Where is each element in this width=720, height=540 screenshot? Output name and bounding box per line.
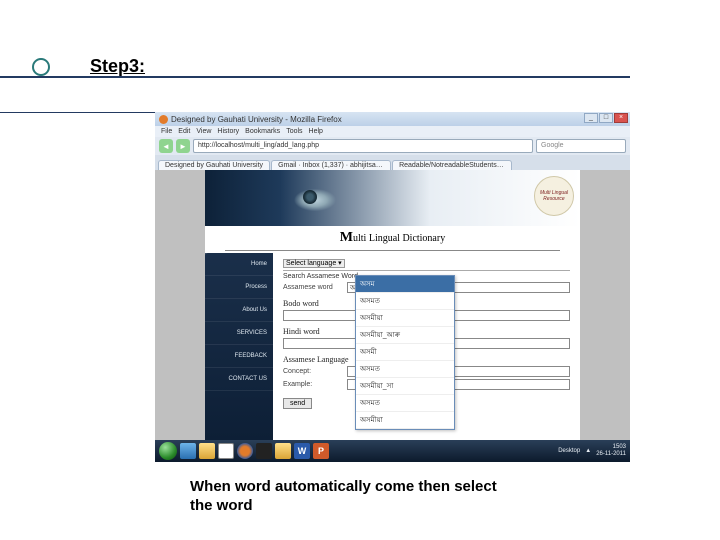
menu-edit[interactable]: Edit: [178, 128, 190, 135]
embedded-screenshot: Designed by Gauhati University - Mozilla…: [155, 112, 630, 462]
sidebar-item-feedback[interactable]: FEEDBACK: [205, 345, 273, 368]
folder-icon[interactable]: [275, 443, 291, 459]
bullet-circle: [32, 58, 50, 76]
title-divider: [225, 250, 560, 251]
cmd-icon[interactable]: [256, 443, 272, 459]
firefox-titlebar: Designed by Gauhati University - Mozilla…: [155, 112, 630, 126]
firefox-menubar: File Edit View History Bookmarks Tools H…: [155, 126, 630, 137]
title-rest: ulti Lingual Dictionary: [353, 233, 445, 244]
url-bar[interactable]: http://localhost/multi_ling/add_lang.php: [193, 139, 533, 153]
assamese-word-label: Assamese word: [283, 284, 343, 291]
logo-badge: Multi Lingual Resource: [534, 176, 574, 216]
ie-icon[interactable]: [180, 443, 196, 459]
page-content: Multi Lingual Resource Multi Lingual Dic…: [205, 170, 580, 440]
example-label: Example:: [283, 381, 343, 388]
powerpoint-icon[interactable]: P: [313, 443, 329, 459]
sidebar-item-process[interactable]: Process: [205, 276, 273, 299]
menu-history[interactable]: History: [217, 128, 239, 135]
dictionary-title: Multi Lingual Dictionary: [205, 226, 580, 248]
left-sidebar: Home Process About Us SERVICES FEEDBACK …: [205, 253, 273, 440]
maximize-button[interactable]: □: [599, 113, 613, 123]
back-button[interactable]: ◄: [159, 139, 173, 153]
autocomplete-dropdown: অসম অসমত অসমীয়া অসমীয়া_আৰু অসমী অসমত অ…: [355, 275, 455, 430]
autocomplete-item[interactable]: অসমীয়া: [356, 412, 454, 429]
menu-view[interactable]: View: [196, 128, 211, 135]
desktop-label[interactable]: Desktop: [558, 448, 580, 454]
firefox-taskbar-icon[interactable]: [237, 443, 253, 459]
search-placeholder: Google: [541, 140, 564, 152]
time-text: 1503: [596, 444, 626, 451]
autocomplete-item[interactable]: অসমত: [356, 395, 454, 412]
firefox-toolbar: ◄ ► http://localhost/multi_ling/add_lang…: [155, 137, 630, 155]
firefox-tabstrip: Designed by Gauhati University Gmail · I…: [155, 155, 630, 170]
date-text: 26-11-2011: [596, 451, 626, 458]
browser-search[interactable]: Google: [536, 139, 626, 153]
send-button[interactable]: send: [283, 398, 312, 409]
windows-taskbar: W P Desktop ▲ 1503 26-11-2011: [155, 440, 630, 462]
autocomplete-item[interactable]: অসম: [356, 276, 454, 293]
slide-caption: When word automatically come then select…: [190, 478, 520, 516]
word-icon[interactable]: W: [294, 443, 310, 459]
autocomplete-item[interactable]: অসমত: [356, 361, 454, 378]
menu-file[interactable]: File: [161, 128, 172, 135]
concept-label: Concept:: [283, 368, 343, 375]
notepad-icon[interactable]: [218, 443, 234, 459]
autocomplete-item[interactable]: অসমীয়া_আৰু: [356, 327, 454, 344]
form-area: Select language ▾ Search Assamese Word A…: [273, 253, 580, 440]
explorer-icon[interactable]: [199, 443, 215, 459]
language-select[interactable]: Select language ▾: [283, 259, 345, 268]
url-text: http://localhost/multi_ling/add_lang.php: [198, 140, 319, 152]
menu-bookmarks[interactable]: Bookmarks: [245, 128, 280, 135]
tray-up-icon[interactable]: ▲: [585, 448, 591, 454]
menu-help[interactable]: Help: [309, 128, 323, 135]
tab-2[interactable]: Gmail · Inbox (1,337) · abhijitsarmah...: [271, 160, 391, 170]
sidebar-item-home[interactable]: Home: [205, 253, 273, 276]
menu-tools[interactable]: Tools: [286, 128, 302, 135]
autocomplete-item[interactable]: অসমীয়া: [356, 310, 454, 327]
autocomplete-item[interactable]: অসমত: [356, 293, 454, 310]
browser-viewport: Multi Lingual Resource Multi Lingual Dic…: [155, 170, 630, 440]
tab-1[interactable]: Designed by Gauhati University: [158, 160, 270, 170]
sidebar-item-about[interactable]: About Us: [205, 299, 273, 322]
clock[interactable]: 1503 26-11-2011: [596, 444, 626, 458]
firefox-icon: [159, 115, 168, 124]
tab-3[interactable]: Readable/NotreadableStudentsonof W...: [392, 160, 512, 170]
header-banner: Multi Lingual Resource: [205, 170, 580, 226]
system-tray: Desktop ▲ 1503 26-11-2011: [558, 444, 626, 458]
start-button[interactable]: [159, 442, 177, 460]
minimize-button[interactable]: _: [584, 113, 598, 123]
eye-iris: [303, 190, 317, 204]
close-button[interactable]: ×: [614, 113, 628, 123]
title-initial: M: [340, 230, 353, 245]
autocomplete-item[interactable]: অসমীয়া_সা: [356, 378, 454, 395]
autocomplete-item[interactable]: অসমী: [356, 344, 454, 361]
window-title: Designed by Gauhati University - Mozilla…: [171, 115, 342, 124]
sidebar-item-services[interactable]: SERVICES: [205, 322, 273, 345]
step-title: Step3:: [90, 56, 145, 77]
sidebar-item-contact[interactable]: CONTACT US: [205, 368, 273, 391]
forward-button[interactable]: ►: [176, 139, 190, 153]
eye-graphic: [275, 178, 365, 216]
